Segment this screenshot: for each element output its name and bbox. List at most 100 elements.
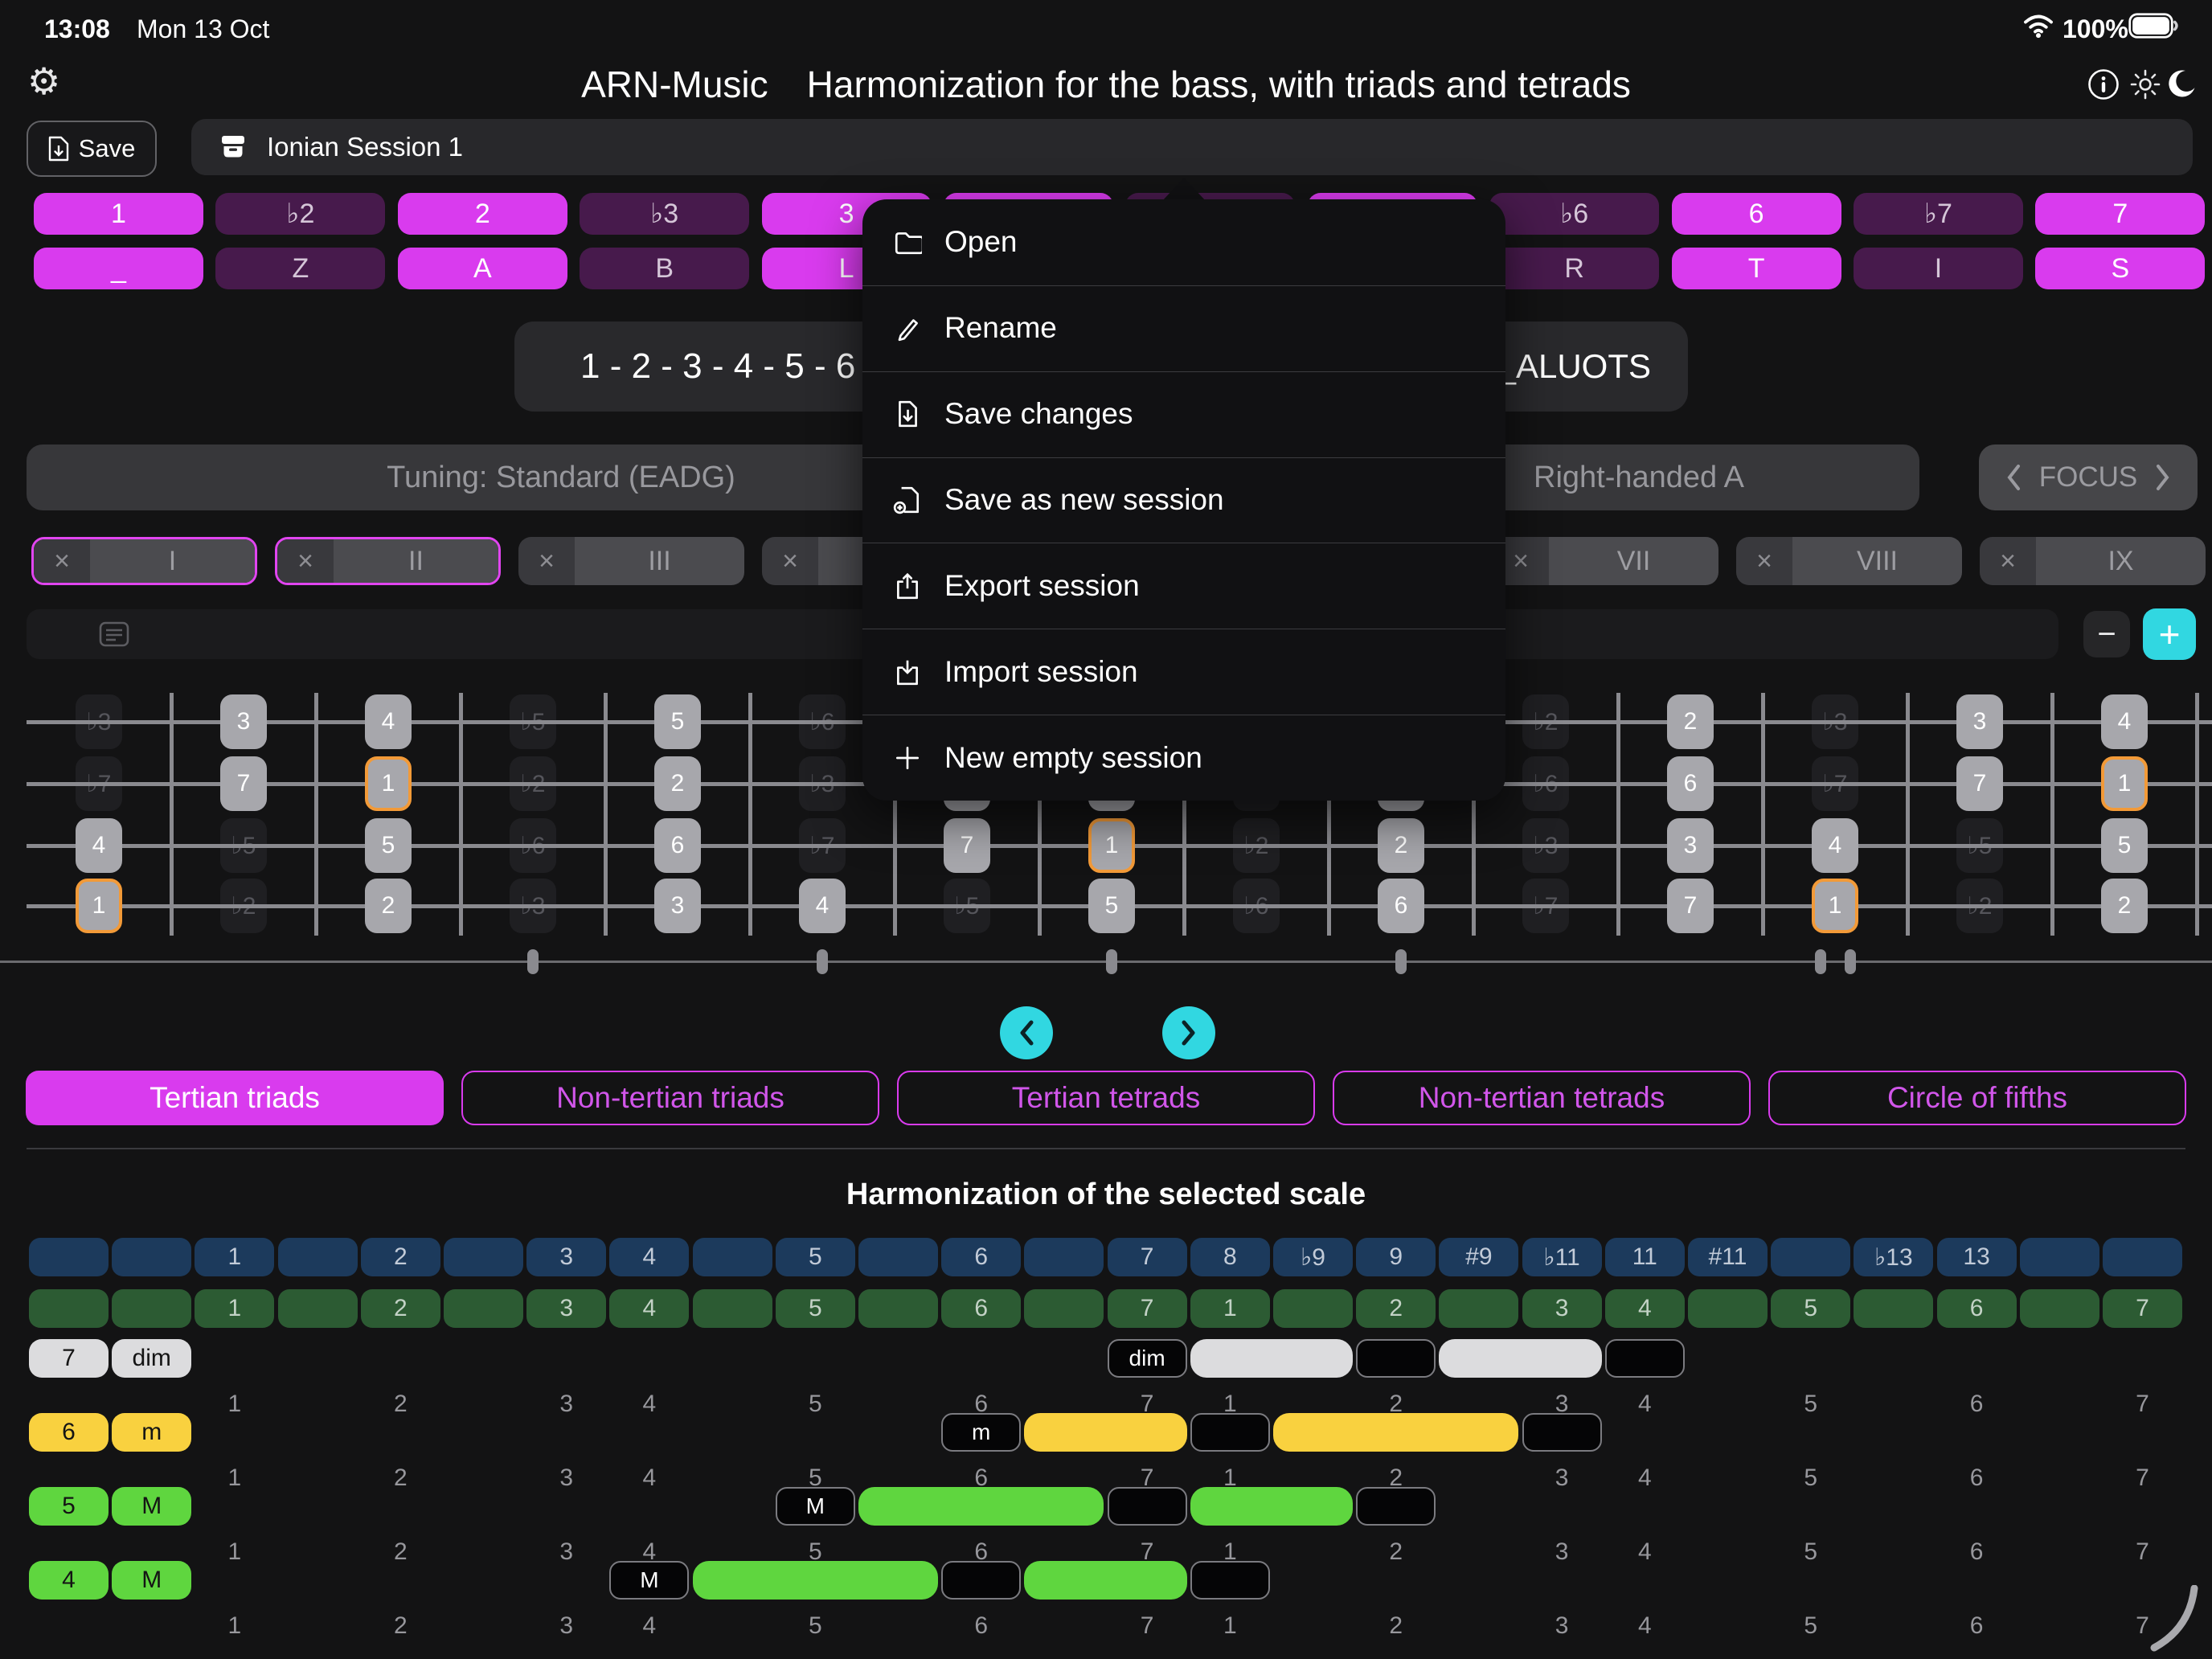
menu-item-rename[interactable]: Rename — [862, 285, 1505, 371]
chord-tone-pill[interactable] — [1356, 1487, 1436, 1526]
chord-quality-pill-dim[interactable]: dim — [112, 1339, 191, 1378]
chord-tone-pill[interactable] — [1108, 1487, 1187, 1526]
fret-note-scale-7[interactable]: 7 — [944, 818, 990, 873]
fret-note-scale-4[interactable]: 4 — [1812, 818, 1858, 873]
fret-note-scale-2[interactable]: 2 — [2101, 879, 2148, 933]
letter-button-A[interactable]: A — [398, 248, 567, 289]
fret-note-scale-5[interactable]: 5 — [2101, 818, 2148, 873]
light-mode-sun-icon[interactable] — [2130, 69, 2161, 100]
scroll-left-button[interactable] — [1000, 1006, 1053, 1059]
chord-tone-pill[interactable] — [1605, 1339, 1685, 1378]
chord-tab-tertian-tetrads[interactable]: Tertian tetrads — [897, 1071, 1315, 1125]
save-button[interactable]: Save — [27, 121, 157, 177]
fret-note-scale-6[interactable]: 6 — [654, 818, 701, 873]
chord-tab-non-tertian-tetrads[interactable]: Non-tertian tetrads — [1333, 1071, 1751, 1125]
close-icon[interactable]: × — [518, 537, 575, 585]
menu-item-new-empty-session[interactable]: New empty session — [862, 715, 1505, 801]
menu-item-save-as-new-session[interactable]: Save as new session — [862, 457, 1505, 543]
fret-note-scale-7[interactable]: 7 — [1667, 879, 1714, 933]
chord-tab-tertian-triads[interactable]: Tertian triads — [26, 1071, 444, 1125]
fret-note-scale-5[interactable]: 5 — [365, 818, 412, 873]
chord-tone-pill[interactable] — [941, 1561, 1021, 1600]
close-icon[interactable]: × — [34, 539, 90, 583]
degree-button-♭3[interactable]: ♭3 — [580, 193, 749, 235]
chord-tone-pill[interactable] — [1190, 1413, 1270, 1452]
dark-mode-moon-icon[interactable] — [2165, 68, 2198, 100]
letter-button-Z[interactable]: Z — [215, 248, 385, 289]
letter-button-I[interactable]: I — [1854, 248, 2023, 289]
menu-item-import-session[interactable]: Import session — [862, 629, 1505, 715]
menu-item-export-session[interactable]: Export session — [862, 543, 1505, 629]
chord-root-pill-M[interactable]: M — [609, 1561, 689, 1600]
fret-note-scale-3[interactable]: 3 — [654, 879, 701, 933]
fret-note-root-1[interactable]: 1 — [1812, 879, 1858, 933]
degree-button-6[interactable]: 6 — [1672, 193, 1841, 235]
zoom-in-button[interactable]: + — [2143, 608, 2196, 660]
position-tab-II[interactable]: ×II — [275, 537, 501, 585]
scroll-right-button[interactable] — [1162, 1006, 1215, 1059]
chord-root-pill-dim[interactable]: dim — [1108, 1339, 1187, 1378]
fret-note-scale-6[interactable]: 6 — [1667, 756, 1714, 811]
chord-degree-pill-4[interactable]: 4 — [29, 1561, 109, 1600]
close-icon[interactable]: × — [277, 539, 334, 583]
chord-tone-pill[interactable] — [1190, 1561, 1270, 1600]
fret-note-scale-4[interactable]: 4 — [2101, 694, 2148, 749]
chord-tab-circle-of-fifths[interactable]: Circle of fifths — [1768, 1071, 2186, 1125]
letter-button-T[interactable]: T — [1672, 248, 1841, 289]
chord-quality-pill-M[interactable]: M — [112, 1561, 191, 1600]
position-tab-VII[interactable]: ×VII — [1493, 537, 1718, 585]
fret-note-scale-2[interactable]: 2 — [1667, 694, 1714, 749]
letter-button-B[interactable]: B — [580, 248, 749, 289]
position-tab-VIII[interactable]: ×VIII — [1736, 537, 1962, 585]
degree-button-2[interactable]: 2 — [398, 193, 567, 235]
fret-note-scale-7[interactable]: 7 — [1956, 756, 2003, 811]
fret-note-scale-5[interactable]: 5 — [654, 694, 701, 749]
fret-note-scale-3[interactable]: 3 — [220, 694, 267, 749]
fret-note-root-1[interactable]: 1 — [76, 879, 122, 933]
position-tab-III[interactable]: ×III — [518, 537, 744, 585]
info-icon[interactable] — [2087, 68, 2120, 101]
degree-button-7[interactable]: 7 — [2035, 193, 2205, 235]
focus-next-icon[interactable] — [2155, 464, 2171, 491]
position-tab-IX[interactable]: ×IX — [1980, 537, 2206, 585]
letter-button-R[interactable]: R — [1489, 248, 1659, 289]
chord-degree-pill-5[interactable]: 5 — [29, 1487, 109, 1526]
fret-note-scale-3[interactable]: 3 — [1667, 818, 1714, 873]
chord-degree-pill-6[interactable]: 6 — [29, 1413, 109, 1452]
position-tab-I[interactable]: ×I — [31, 537, 257, 585]
fret-note-scale-2[interactable]: 2 — [654, 756, 701, 811]
fret-note-scale-2[interactable]: 2 — [1378, 818, 1424, 873]
fret-note-scale-6[interactable]: 6 — [1378, 879, 1424, 933]
chord-root-pill-m[interactable]: m — [941, 1413, 1021, 1452]
fret-note-scale-3[interactable]: 3 — [1956, 694, 2003, 749]
chord-tone-pill[interactable] — [1356, 1339, 1436, 1378]
close-icon[interactable]: × — [762, 537, 818, 585]
chord-tone-pill[interactable] — [1522, 1413, 1602, 1452]
menu-item-open[interactable]: Open — [862, 199, 1505, 285]
menu-item-save-changes[interactable]: Save changes — [862, 371, 1505, 457]
fret-note-root-1[interactable]: 1 — [2101, 756, 2148, 811]
zoom-out-button[interactable]: − — [2083, 611, 2130, 657]
session-name-field[interactable]: Ionian Session 1 — [191, 119, 2193, 175]
fret-note-root-1[interactable]: 1 — [1088, 818, 1135, 873]
chord-root-pill-M[interactable]: M — [776, 1487, 855, 1526]
fret-note-scale-5[interactable]: 5 — [1088, 879, 1135, 933]
degree-button-♭6[interactable]: ♭6 — [1489, 193, 1659, 235]
chord-quality-pill-m[interactable]: m — [112, 1413, 191, 1452]
fret-note-scale-4[interactable]: 4 — [365, 694, 412, 749]
close-icon[interactable]: × — [1736, 537, 1792, 585]
fret-note-root-1[interactable]: 1 — [365, 756, 412, 811]
focus-button[interactable]: FOCUS — [1979, 444, 2198, 510]
letter-button-S[interactable]: S — [2035, 248, 2205, 289]
chord-quality-pill-M[interactable]: M — [112, 1487, 191, 1526]
fret-note-scale-2[interactable]: 2 — [365, 879, 412, 933]
focus-prev-icon[interactable] — [2005, 464, 2022, 491]
close-icon[interactable]: × — [1980, 537, 2036, 585]
chord-degree-pill-7[interactable]: 7 — [29, 1339, 109, 1378]
fret-note-scale-4[interactable]: 4 — [799, 879, 846, 933]
letter-button-_[interactable]: _ — [34, 248, 203, 289]
degree-button-1[interactable]: 1 — [34, 193, 203, 235]
fret-note-scale-7[interactable]: 7 — [220, 756, 267, 811]
degree-button-♭7[interactable]: ♭7 — [1854, 193, 2023, 235]
degree-button-♭2[interactable]: ♭2 — [215, 193, 385, 235]
